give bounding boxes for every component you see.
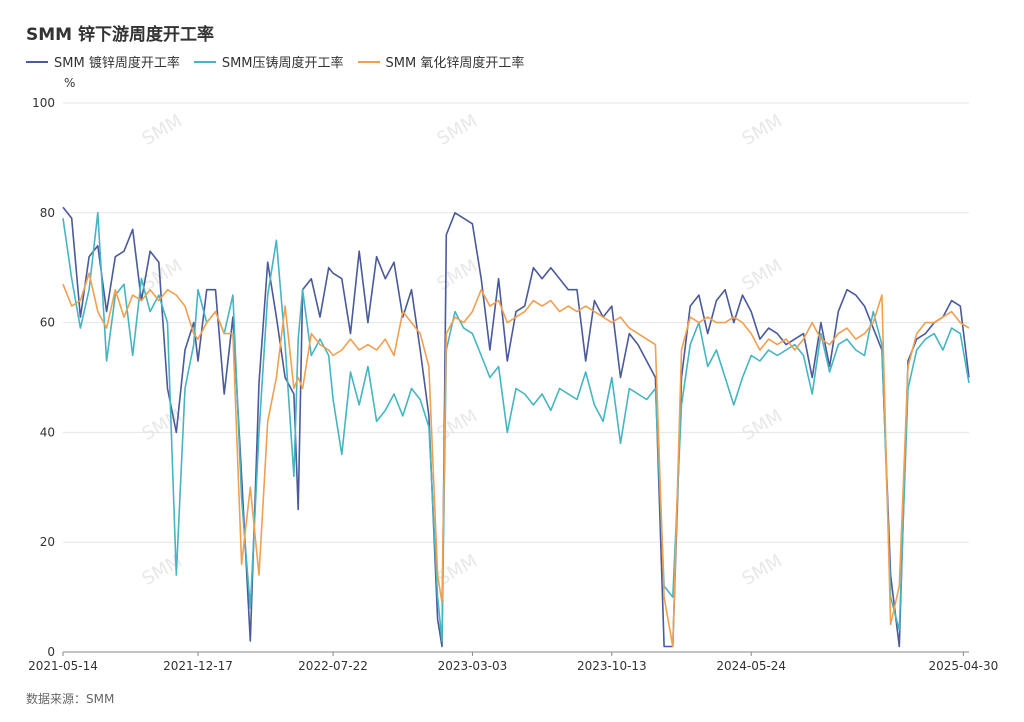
watermark-7: SMM	[434, 406, 481, 445]
x-tick-label-2: 2022-07-22	[298, 659, 368, 673]
y-tick-label-40: 40	[40, 425, 55, 439]
watermark-4: SMM	[434, 256, 481, 295]
series-line-galvanizing	[62, 206, 970, 648]
watermark-11: SMM	[739, 551, 786, 590]
y-tick-label-20: 20	[40, 535, 55, 549]
watermark-8: SMM	[739, 406, 786, 445]
y-tick-label-60: 60	[40, 316, 55, 330]
x-tick-label-5: 2024-05-24	[716, 659, 786, 673]
series-line-zinc-oxide	[62, 272, 970, 648]
watermark-9: SMM	[139, 551, 186, 590]
watermark-10: SMM	[434, 551, 481, 590]
x-tick-label-3: 2023-03-03	[438, 659, 508, 673]
y-tick-label-0: 0	[47, 645, 55, 659]
x-tick-label-4: 2023-10-13	[577, 659, 647, 673]
y-tick-label-80: 80	[40, 206, 55, 220]
x-tick-label-6: 2025-04-30	[929, 659, 999, 673]
series-line-die-casting	[62, 212, 970, 642]
watermark-0: SMM	[139, 111, 186, 150]
x-tick-label-1: 2021-12-17	[163, 659, 233, 673]
x-tick-label-0: 2021-05-14	[28, 659, 98, 673]
data-source: 数据来源：SMM	[26, 692, 115, 706]
watermark-1: SMM	[434, 111, 481, 150]
line-chart: SMM SMM SMMSMM SMM SMMSMM SMM SMMSMM SMM SMM0204…	[28, 96, 999, 673]
y-tick-label-100: 100	[32, 96, 55, 110]
watermark-5: SMM	[739, 256, 786, 295]
watermark-2: SMM	[739, 111, 786, 150]
